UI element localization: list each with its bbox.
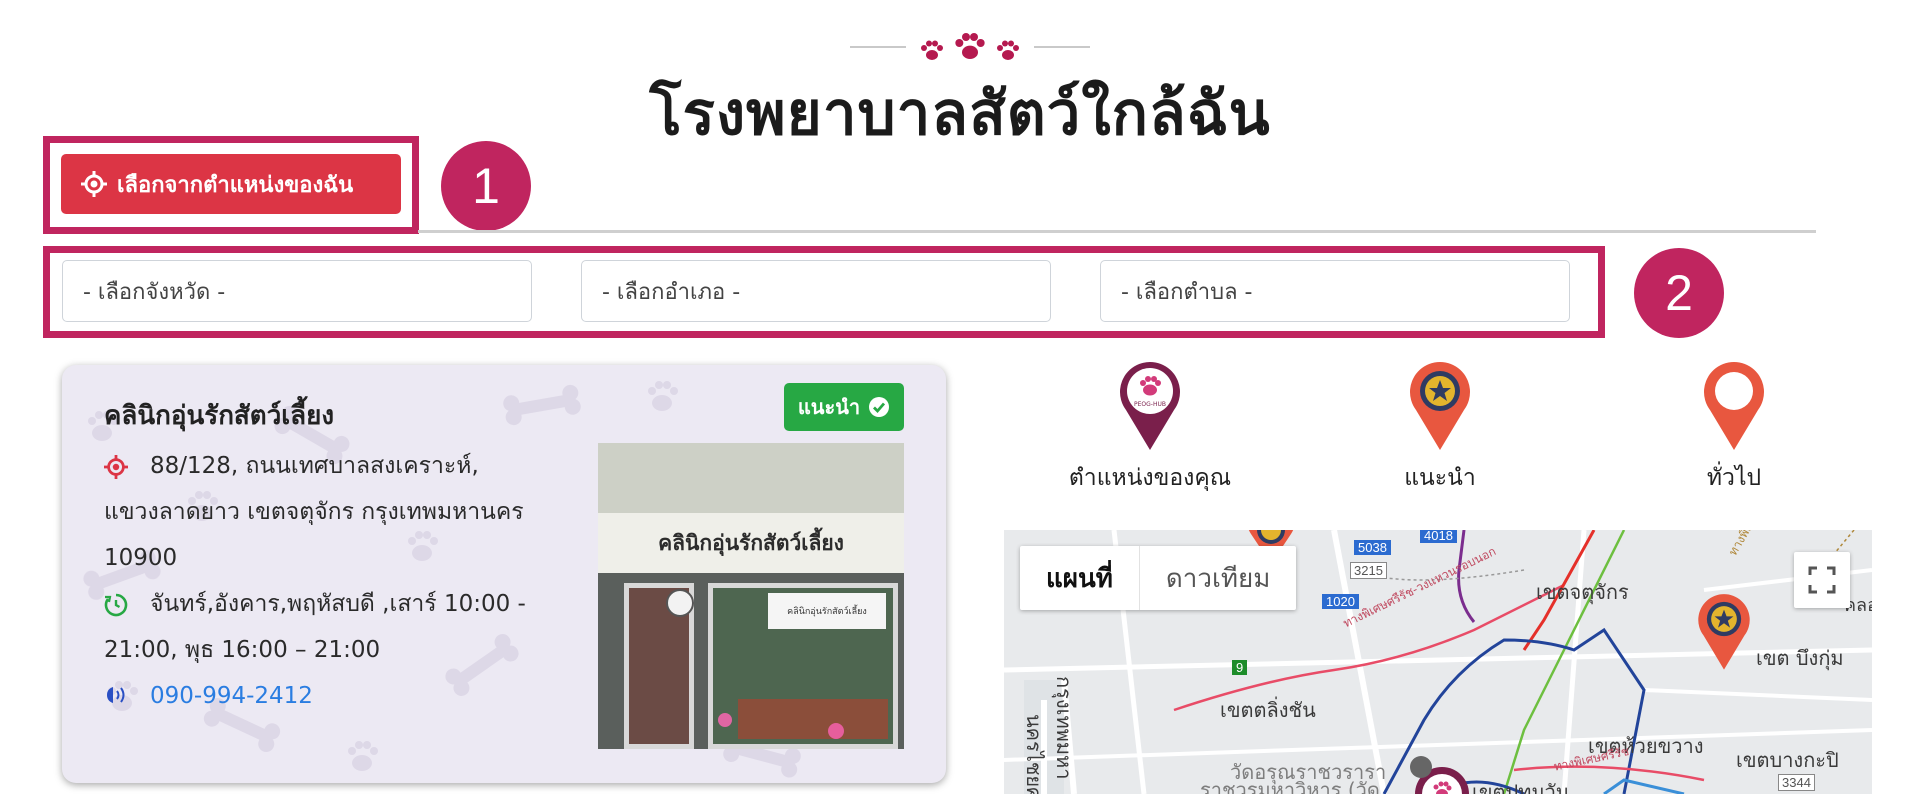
map-label: เขต บึงกุ่ม <box>1756 646 1844 670</box>
paw-icon <box>997 40 1019 60</box>
legend-your-location-label: ตำแหน่งของคุณ <box>1068 465 1232 491</box>
map-type-toggle: แผนที่ ดาวเทียม <box>1020 546 1297 610</box>
fullscreen-button[interactable] <box>1794 552 1850 608</box>
check-circle-icon <box>869 397 890 417</box>
clinic-address-line1: 88/128, ถนนเทศบาลสงเคราะห์, <box>150 453 479 479</box>
map-label: เขตตลิ่งชัน <box>1220 698 1316 722</box>
road-shield: 3215 <box>1350 562 1387 579</box>
map-label: ราชวรมหาวิหาร (วัด <box>1200 778 1380 794</box>
location-pin-icon <box>104 455 128 479</box>
clinic-photo-small-sign: คลินิกอุ่นรักสัตว์เลี้ยง <box>787 607 867 617</box>
legend-your-location: PEOG-HUB ตำแหน่งของคุณ <box>1040 358 1260 496</box>
paw-icon <box>921 40 943 60</box>
your-location-pin-icon: PEOG-HUB <box>1120 362 1180 450</box>
legend-recommended: แนะนำ <box>1330 358 1550 496</box>
clinic-address-line2: แขวงลาดยาว เขตจตุจักร กรุงเทพมหานคร <box>104 499 524 525</box>
road-shield: 4018 <box>1420 530 1457 543</box>
district-select[interactable]: - เลือกอำเภอ - <box>581 260 1051 322</box>
map-label: เขตปทุมวัน <box>1472 780 1570 794</box>
district-select-placeholder: - เลือกอำเภอ - <box>602 279 741 305</box>
clinic-address-line3: 10900 <box>104 545 178 571</box>
recommended-pin-icon <box>1410 362 1470 450</box>
province-select[interactable]: - เลือกจังหวัด - <box>62 260 532 322</box>
road-shield: 1020 <box>1322 594 1359 609</box>
subdistrict-select-placeholder: - เลือกตำบล - <box>1121 279 1253 305</box>
select-my-location-label: เลือกจากตำแหน่งของฉัน <box>117 172 354 198</box>
clinic-phone-link[interactable]: 090-994-2412 <box>150 673 313 719</box>
clinic-card[interactable]: คลินิกอุ่นรักสัตว์เลี้ยง แนะนำ 88/128, ถ… <box>62 365 946 783</box>
paw-icon <box>955 33 985 59</box>
clinic-photo: คลินิกอุ่นรักสัตว์เลี้ยง คลินิกอุ่นรักสั… <box>598 443 904 749</box>
legend-recommended-label: แนะนำ <box>1404 465 1476 491</box>
annotation-badge-1: 1 <box>441 141 531 231</box>
province-select-placeholder: - เลือกจังหวัด - <box>83 279 226 305</box>
map-pin-recommended[interactable] <box>1694 590 1754 672</box>
map-label: เขตจตุจักร <box>1536 580 1629 604</box>
clinic-photo-sign: คลินิกอุ่นรักสัตว์เลี้ยง <box>658 530 844 555</box>
subdistrict-select[interactable]: - เลือกตำบล - <box>1100 260 1570 322</box>
ornament-line-right <box>1034 46 1090 48</box>
crosshair-icon <box>81 171 107 197</box>
recommended-badge: แนะนำ <box>784 383 904 431</box>
paw-icons <box>920 32 1020 62</box>
road-shield: 9 <box>1232 660 1248 675</box>
select-my-location-button[interactable]: เลือกจากตำแหน่งของฉัน <box>61 154 401 214</box>
clinic-hours-line2: 21:00, พุธ 16:00 – 21:00 <box>104 637 381 663</box>
ornament-line-left <box>850 46 906 48</box>
clinic-name[interactable]: คลินิกอุ่นรักสัตว์เลี้ยง <box>104 395 334 436</box>
map-label: นครไชยศรี <box>1022 714 1046 794</box>
section-divider <box>418 230 1816 233</box>
general-pin-icon <box>1704 362 1764 450</box>
recommended-badge-label: แนะนำ <box>797 395 861 419</box>
annotation-badge-2: 2 <box>1634 248 1724 338</box>
legend-general: ทั่วไป <box>1624 358 1844 496</box>
clinic-hours-line1: จันทร์,อังคาร,พฤหัสบดี ,เสาร์ 10:00 - <box>150 591 526 617</box>
road-shield: 5038 <box>1354 540 1391 555</box>
title-ornament <box>830 30 1110 64</box>
phone-ring-icon <box>107 687 125 703</box>
road-shield: 3344 <box>1778 774 1815 791</box>
map-label: กรุงเทพมหา <box>1052 676 1076 780</box>
clock-icon <box>104 593 128 617</box>
legend-general-label: ทั่วไป <box>1706 465 1762 491</box>
map-type-satellite-tab[interactable]: ดาวเทียม <box>1138 546 1296 610</box>
fullscreen-icon <box>1808 566 1836 594</box>
map-type-map-tab[interactable]: แผนที่ <box>1020 546 1139 610</box>
pin-logo-text: PEOG-HUB <box>1134 401 1166 408</box>
map-poi <box>1410 756 1432 778</box>
map-label: เขตบางกะปิ <box>1736 748 1839 772</box>
